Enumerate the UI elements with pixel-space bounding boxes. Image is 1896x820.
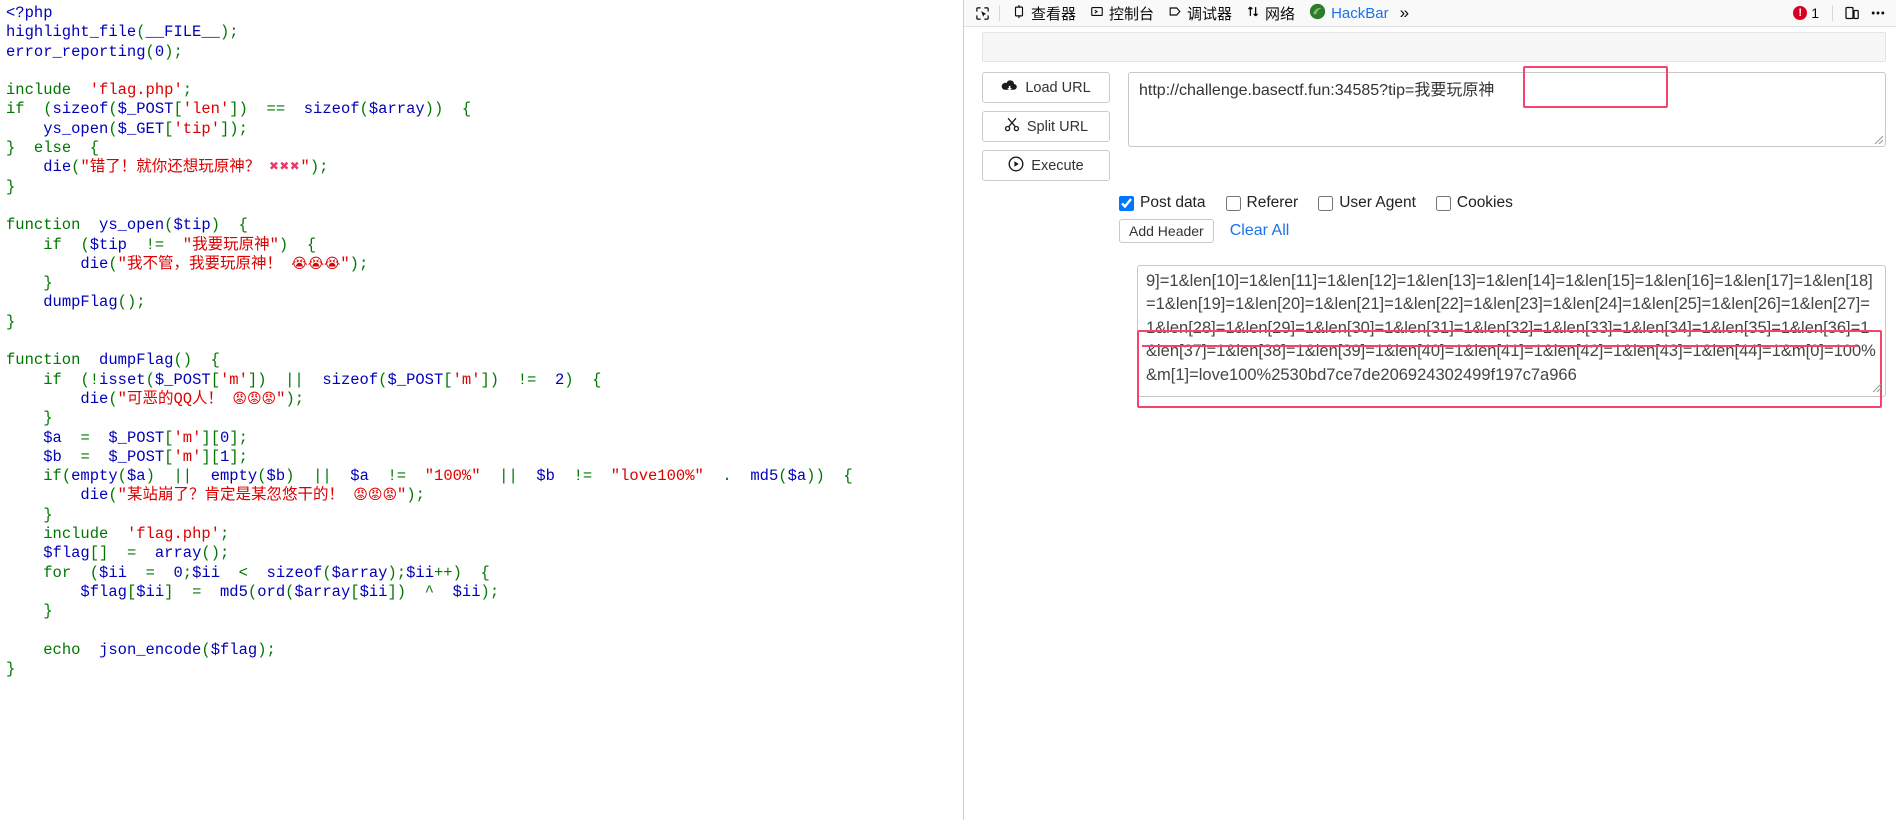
post-data-option[interactable]: Post data [1119,194,1206,212]
cloud-download-icon [1001,78,1018,97]
debugger-icon [1168,4,1182,23]
tab-debugger-label: 调试器 [1187,5,1233,23]
execute-button[interactable]: Execute [982,150,1110,181]
post-data-wrapper: 9]=1&len[10]=1&len[11]=1&len[12]=1&len[1… [982,265,1886,408]
hackbar-icon [1309,3,1326,24]
toolbar-separator [999,5,1000,21]
user-agent-option[interactable]: User Agent [1318,194,1416,212]
tab-network-label: 网络 [1265,5,1296,23]
referer-label: Referer [1246,194,1299,211]
split-url-label: Split URL [1026,118,1089,135]
toolbar-separator-right [1832,5,1833,21]
url-field-wrapper: http://challenge.basectf.fun:34585?tip=我… [1128,66,1886,147]
post-data-label: Post data [1140,194,1206,211]
hackbar-actions-row: Add Header Clear All [964,219,1896,243]
url-input[interactable]: http://challenge.basectf.fun:34585?tip=我… [1128,72,1886,147]
element-picker-icon[interactable] [970,2,994,24]
tab-inspector[interactable]: 查看器 [1005,1,1083,25]
load-url-button[interactable]: Load URL [982,72,1110,103]
tab-debugger[interactable]: 调试器 [1161,1,1239,25]
post-data-input[interactable]: 9]=1&len[10]=1&len[11]=1&len[12]=1&len[1… [1137,265,1886,397]
add-header-button[interactable]: Add Header [1119,219,1214,243]
user-agent-checkbox[interactable] [1318,195,1334,211]
play-circle-icon [1008,155,1024,176]
meatball-menu-icon[interactable] [1866,2,1890,24]
tab-console[interactable]: 控制台 [1083,1,1161,25]
referer-option[interactable]: Referer [1225,194,1299,212]
execute-label: Execute [1031,157,1084,174]
post-data-checkbox[interactable] [1119,195,1134,211]
clear-all-link[interactable]: Clear All [1230,222,1290,240]
hackbar-button-column: Load URL Split URL Execute [982,72,1110,181]
toolbar-right-group: ! 1 [1787,2,1890,24]
tab-console-label: 控制台 [1109,5,1155,23]
devtools-panel: 查看器 控制台 调试器 网络 HackBar » ! 1 Load URL Sp… [964,0,1896,820]
console-icon [1090,4,1104,23]
cookies-option[interactable]: Cookies [1435,194,1513,212]
devtools-toolbar: 查看器 控制台 调试器 网络 HackBar » ! 1 [964,0,1896,27]
cookies-label: Cookies [1456,194,1513,211]
php-source-listing: <?php highlight_file(__FILE__); error_re… [0,0,963,820]
user-agent-label: User Agent [1339,194,1416,211]
split-url-button[interactable]: Split URL [982,111,1110,142]
toolbar-overflow-chevron-icon[interactable]: » [1396,3,1413,23]
hackbar-options-row: Post data Referer User Agent Cookies [964,194,1896,212]
scissors-icon [1004,117,1020,136]
cookies-checkbox[interactable] [1435,195,1451,211]
tab-hackbar[interactable]: HackBar [1302,1,1396,25]
error-count-badge[interactable]: ! 1 [1787,5,1825,21]
hackbar-topbar [982,32,1886,62]
tab-hackbar-label: HackBar [1331,4,1389,22]
php-code-block: <?php highlight_file(__FILE__); error_re… [6,4,853,679]
tab-network[interactable]: 网络 [1239,1,1302,25]
load-url-label: Load URL [1025,79,1091,96]
error-circle-icon: ! [1793,6,1808,20]
hackbar-panel: Load URL Split URL Execute http://challe… [964,32,1896,820]
error-count-label: 1 [1811,5,1819,21]
screenshot-root: <?php highlight_file(__FILE__); error_re… [0,0,1896,820]
inspector-icon [1012,4,1026,23]
network-icon [1246,4,1260,23]
tab-inspector-label: 查看器 [1031,5,1077,23]
hackbar-right-column: http://challenge.basectf.fun:34585?tip=我… [1128,66,1886,181]
referer-checkbox[interactable] [1225,195,1241,211]
responsive-design-mode-icon[interactable] [1840,2,1864,24]
hackbar-main: Load URL Split URL Execute http://challe… [964,62,1896,181]
